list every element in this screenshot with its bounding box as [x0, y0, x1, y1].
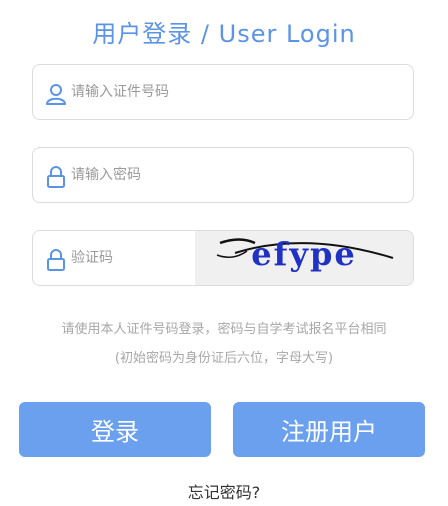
- user-icon: [46, 84, 66, 105]
- captcha-field[interactable]: efype: [32, 230, 414, 286]
- captcha-code: efype: [251, 235, 357, 273]
- login-button[interactable]: 登录: [19, 402, 211, 457]
- lock-icon: [47, 166, 65, 188]
- password-hint: (初始密码为身份证后六位，字母大写): [114, 351, 334, 366]
- register-button[interactable]: 注册用户: [233, 402, 425, 457]
- captcha-image[interactable]: efype: [195, 231, 413, 285]
- lock-icon: [47, 249, 65, 271]
- password-field[interactable]: [32, 147, 414, 203]
- password-input[interactable]: [71, 148, 371, 202]
- page-title: 用户登录 / User Login: [92, 20, 356, 48]
- id-number-input[interactable]: [71, 65, 371, 119]
- login-hint: 请使用本人证件号码登录，密码与自学考试报名平台相同: [61, 322, 387, 337]
- id-number-field[interactable]: [32, 64, 414, 120]
- forgot-password-link[interactable]: 忘记密码?: [0, 479, 448, 503]
